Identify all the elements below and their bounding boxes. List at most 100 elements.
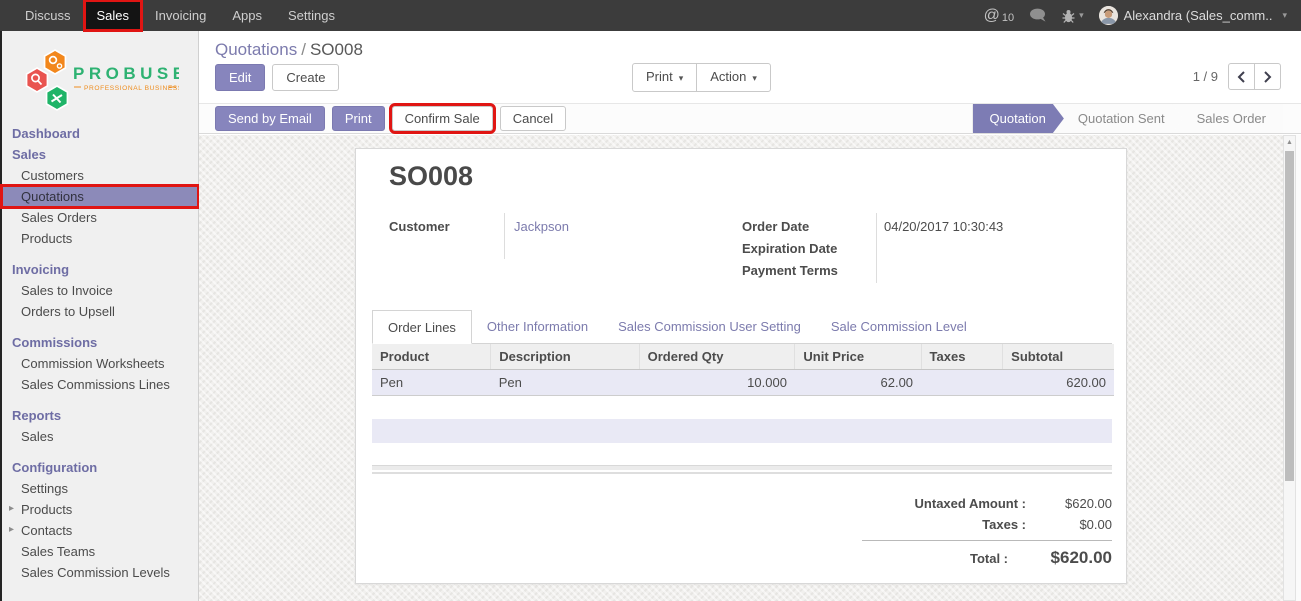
cancel-button[interactable]: Cancel (500, 106, 566, 131)
sidebar-item-settings[interactable]: Settings (2, 478, 198, 499)
nav-item-sales[interactable]: Sales (84, 0, 143, 31)
sidebar-item-sales-commission-levels[interactable]: Sales Commission Levels (2, 562, 198, 583)
action-dropdown-label: Action (710, 69, 746, 84)
tab-other-information[interactable]: Other Information (472, 310, 603, 343)
user-name: Alexandra (Sales_comm.. (1124, 8, 1273, 23)
sidebar-menu: Dashboard Sales Customers Quotations Sal… (2, 119, 198, 583)
sidebar-item-commission-worksheets[interactable]: Commission Worksheets (2, 353, 198, 374)
send-by-email-button[interactable]: Send by Email (215, 106, 325, 131)
section-divider (372, 465, 1112, 474)
order-line-row[interactable]: Pen Pen 10.000 62.00 620.00 (372, 370, 1114, 396)
main-content: Quotations/SO008 Edit Create Print▾ Acti… (199, 31, 1301, 601)
tab-sale-commission-level[interactable]: Sale Commission Level (816, 310, 982, 343)
brand-name: PROBUSE (73, 64, 179, 83)
sidebar-item-sales-to-invoice[interactable]: Sales to Invoice (2, 280, 198, 301)
sidebar-item-products[interactable]: Products (2, 228, 198, 249)
order-sheet: SO008 Customer Jackpson Order Date Expir… (355, 148, 1127, 584)
sidebar-item-sales-teams[interactable]: Sales Teams (2, 541, 198, 562)
taxes-value: $0.00 (1040, 517, 1112, 532)
state-quotation-sent[interactable]: Quotation Sent (1054, 104, 1183, 133)
breadcrumb-quotations-link[interactable]: Quotations (215, 40, 297, 59)
sidebar-item-sales-commissions-lines[interactable]: Sales Commissions Lines (2, 374, 198, 395)
nav-item-discuss[interactable]: Discuss (12, 0, 84, 31)
field-separator (876, 213, 877, 283)
edit-button[interactable]: Edit (215, 64, 265, 91)
nav-item-apps[interactable]: Apps (219, 0, 275, 31)
sidebar-section-reports: Reports (2, 405, 198, 426)
sidebar-item-orders-to-upsell[interactable]: Orders to Upsell (2, 301, 198, 322)
sidebar-item-quotations[interactable]: Quotations (2, 186, 198, 207)
column-taxes: Taxes (921, 344, 1003, 370)
messages-icon[interactable] (1029, 8, 1047, 23)
form-view: SO008 Customer Jackpson Order Date Expir… (199, 135, 1301, 601)
order-title: SO008 (389, 161, 473, 192)
column-description: Description (491, 344, 639, 370)
sidebar-item-sales-root[interactable]: Sales (2, 144, 198, 165)
vertical-scrollbar[interactable]: ▲ (1283, 135, 1296, 601)
table-header-row: Product Description Ordered Qty Unit Pri… (372, 344, 1114, 370)
cell-ordered-qty: 10.000 (639, 370, 795, 396)
field-separator (504, 213, 505, 259)
total-label: Total : (862, 551, 1022, 566)
print-dropdown-label: Print (646, 69, 673, 84)
column-unit-price: Unit Price (795, 344, 921, 370)
mention-counter[interactable]: @ 10 (984, 8, 1015, 24)
sidebar-item-dashboard[interactable]: Dashboard (2, 123, 198, 144)
print-button[interactable]: Print (332, 106, 385, 131)
breadcrumb-current: SO008 (310, 40, 363, 59)
caret-down-icon: ▾ (752, 73, 757, 83)
state-widget: Quotation Quotation Sent Sales Order (973, 104, 1283, 133)
sidebar-section-configuration: Configuration (2, 457, 198, 478)
logo-hexagon-red (27, 68, 48, 92)
user-menu[interactable]: Alexandra (Sales_comm.. ▾ (1099, 6, 1287, 25)
debug-menu[interactable]: ▾ (1062, 9, 1084, 23)
confirm-sale-button[interactable]: Confirm Sale (392, 106, 493, 131)
form-statusbar: Send by Email Print Confirm Sale Cancel … (199, 103, 1301, 134)
state-quotation[interactable]: Quotation (973, 104, 1064, 133)
column-ordered-qty: Ordered Qty (639, 344, 795, 370)
cell-taxes (921, 370, 1003, 396)
sidebar-item-sales-report[interactable]: Sales (2, 426, 198, 447)
app-menu: Discuss Sales Invoicing Apps Settings (0, 0, 348, 31)
action-dropdown[interactable]: Action ▾ (696, 63, 771, 92)
tab-order-lines[interactable]: Order Lines (372, 310, 472, 344)
empty-order-line-row (372, 419, 1112, 443)
chevron-right-icon (1263, 71, 1272, 83)
sidebar-item-contacts-config[interactable]: ▸ Contacts (2, 520, 198, 541)
order-lines-table: Product Description Ordered Qty Unit Pri… (372, 344, 1114, 396)
control-panel: Quotations/SO008 Edit Create Print▾ Acti… (199, 31, 1301, 103)
sidebar-item-customers[interactable]: Customers (2, 165, 198, 186)
brand-tagline: PROFESSIONAL BUSINESS (84, 85, 179, 92)
top-navbar: Discuss Sales Invoicing Apps Settings @ … (0, 0, 1301, 31)
company-logo: PROBUSE PROFESSIONAL BUSINESS (2, 31, 198, 119)
pager-next-button[interactable] (1254, 63, 1281, 90)
sidebar-item-sales-orders[interactable]: Sales Orders (2, 207, 198, 228)
print-dropdown[interactable]: Print▾ (632, 63, 697, 92)
payment-terms-label: Payment Terms (742, 263, 838, 278)
totals-block: Untaxed Amount : $620.00 Taxes : $0.00 T… (862, 493, 1112, 571)
sidebar-item-products-config[interactable]: ▸ Products (2, 499, 198, 520)
untaxed-amount-label: Untaxed Amount : (862, 496, 1040, 511)
customer-value-link[interactable]: Jackpson (514, 219, 569, 234)
breadcrumb-separator: / (297, 40, 310, 59)
nav-item-invoicing[interactable]: Invoicing (142, 0, 219, 31)
pager-counter: 1 / 9 (1193, 69, 1218, 84)
sidebar-section-invoicing: Invoicing (2, 259, 198, 280)
expand-icon[interactable]: ▸ (9, 503, 14, 514)
mention-count: 10 (1002, 12, 1014, 24)
create-button[interactable]: Create (272, 64, 339, 91)
order-date-label: Order Date (742, 219, 809, 234)
caret-down-icon: ▾ (1282, 10, 1287, 21)
nav-item-settings[interactable]: Settings (275, 0, 348, 31)
caret-down-icon: ▾ (1079, 10, 1084, 21)
cell-unit-price: 62.00 (795, 370, 921, 396)
sidebar-item-label: Contacts (21, 523, 72, 538)
tab-sales-commission-user-setting[interactable]: Sales Commission User Setting (603, 310, 816, 343)
expand-icon[interactable]: ▸ (9, 524, 14, 535)
sidebar-item-label: Products (21, 502, 72, 517)
pager-previous-button[interactable] (1228, 63, 1255, 90)
scrollbar-up-arrow[interactable]: ▲ (1284, 136, 1295, 149)
total-value: $620.00 (1022, 548, 1112, 568)
scrollbar-thumb[interactable] (1285, 151, 1294, 481)
state-sales-order[interactable]: Sales Order (1173, 104, 1283, 133)
